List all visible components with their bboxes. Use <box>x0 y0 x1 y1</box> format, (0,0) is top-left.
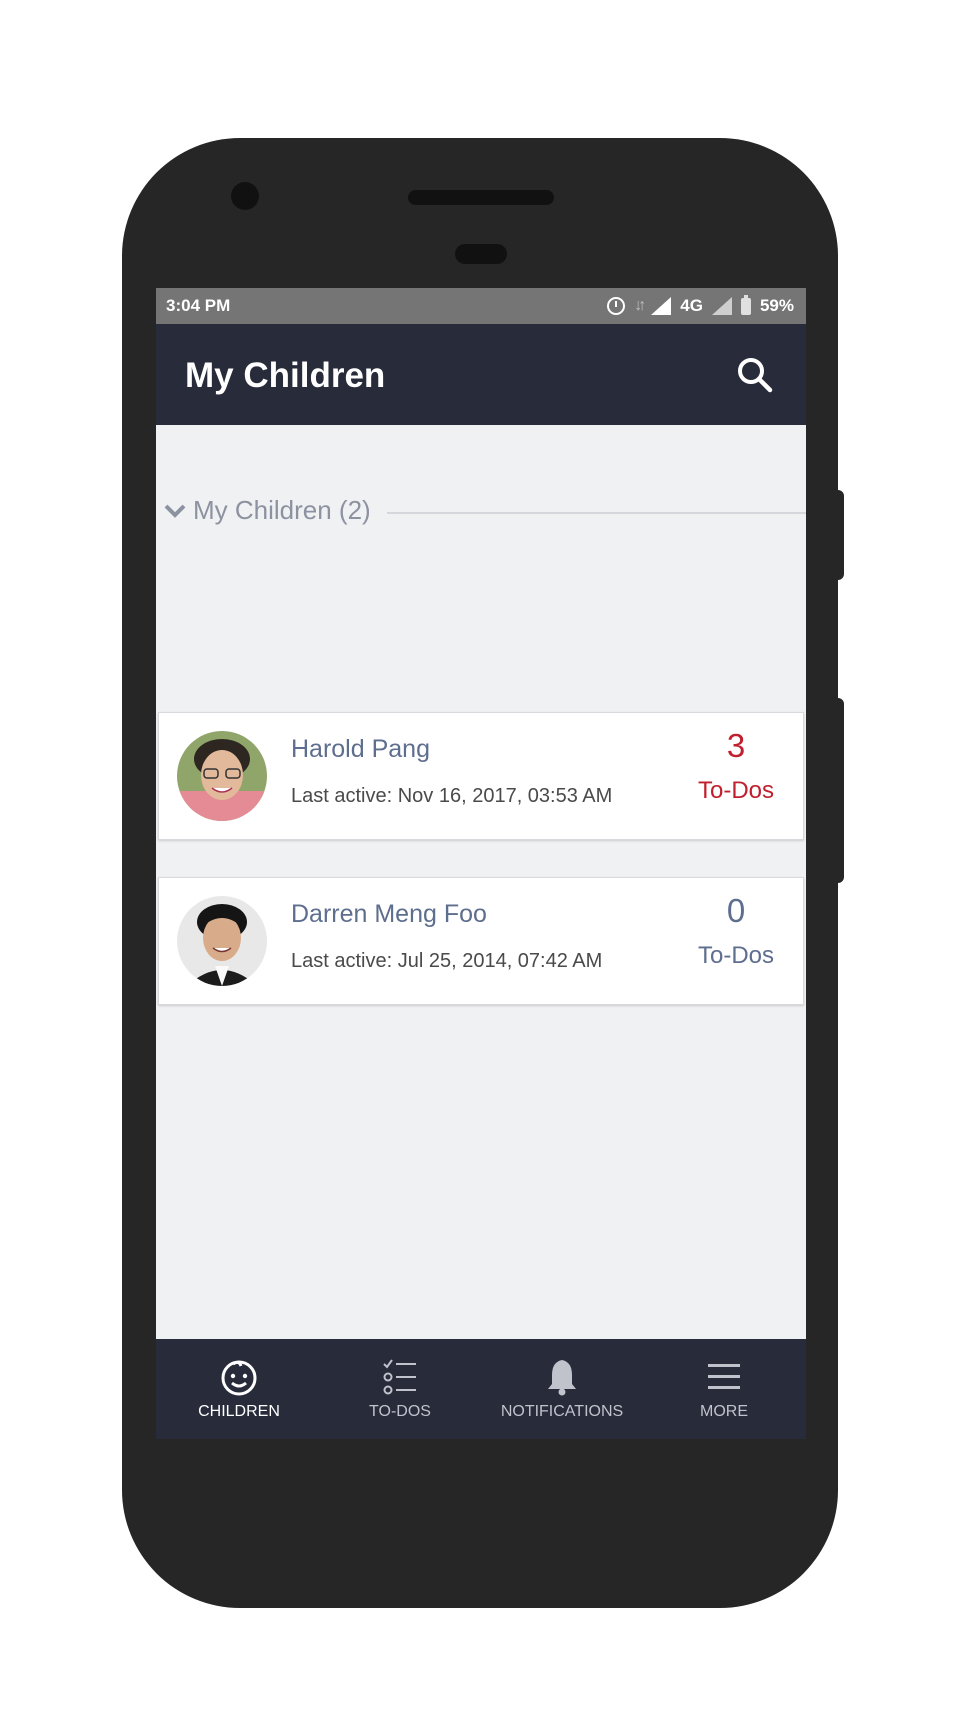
bell-icon <box>548 1360 576 1396</box>
bottom-nav: CHILDREN TO-DOS NOTIFICATIONS MORE <box>156 1339 806 1439</box>
todo-count: 0 <box>726 892 746 929</box>
nav-item-more[interactable]: MORE <box>643 1339 805 1439</box>
alarm-icon <box>607 297 626 315</box>
signal-icon <box>711 297 732 315</box>
todo-label: To-Dos <box>697 777 775 804</box>
side-button <box>836 490 844 580</box>
earpiece-speaker <box>408 190 554 205</box>
side-button <box>836 698 844 883</box>
status-time: 3:04 PM <box>166 296 231 315</box>
nav-item-todos[interactable]: TO-DOS <box>319 1339 481 1439</box>
section-title: My Children (2) <box>193 495 371 525</box>
child-face-icon <box>221 1360 257 1396</box>
todo-count: 3 <box>726 727 746 764</box>
phone-frame: 3:04 PM ↓↑ 4G 59% My Children My Childre… <box>122 138 838 1608</box>
section-divider <box>387 512 806 514</box>
nav-label-todos: TO-DOS <box>369 1403 431 1420</box>
nav-item-notifications[interactable]: NOTIFICATIONS <box>481 1339 643 1439</box>
page-title: My Children <box>185 356 386 395</box>
todo-label: To-Dos <box>697 942 775 969</box>
child-card[interactable]: Darren Meng Foo Last active: Jul 25, 201… <box>158 877 804 1005</box>
chevron-down-icon <box>164 504 186 518</box>
child-name: Darren Meng Foo <box>291 900 487 928</box>
status-icons: ↓↑ 4G 59% <box>607 294 794 316</box>
child-card[interactable]: Harold Pang Last active: Nov 16, 2017, 0… <box>158 712 804 840</box>
search-icon <box>738 358 773 393</box>
section-header[interactable]: My Children (2) <box>156 492 806 532</box>
nav-label-more: MORE <box>700 1403 748 1420</box>
menu-icon <box>708 1364 740 1389</box>
search-button[interactable] <box>734 354 776 396</box>
checklist-icon <box>383 1359 416 1395</box>
proximity-sensor <box>455 244 507 264</box>
nav-label-children: CHILDREN <box>198 1403 280 1420</box>
child-name: Harold Pang <box>291 735 430 763</box>
last-active: Last active: Nov 16, 2017, 03:53 AM <box>291 785 613 807</box>
screen: 3:04 PM ↓↑ 4G 59% My Children My Childre… <box>156 288 806 1439</box>
last-active: Last active: Jul 25, 2014, 07:42 AM <box>291 950 603 972</box>
nav-item-children[interactable]: CHILDREN <box>158 1339 320 1439</box>
avatar <box>177 731 267 821</box>
network-type: 4G <box>680 296 703 315</box>
avatar <box>177 896 267 986</box>
battery-percent: 59% <box>759 296 794 315</box>
signal-icon <box>651 297 672 315</box>
nav-label-notifications: NOTIFICATIONS <box>500 1403 624 1420</box>
status-bar: 3:04 PM ↓↑ 4G 59% <box>156 288 806 324</box>
data-arrows-icon: ↓↑ <box>634 297 646 314</box>
front-camera <box>231 182 259 210</box>
app-bar: My Children <box>156 324 806 425</box>
battery-icon <box>740 294 751 315</box>
